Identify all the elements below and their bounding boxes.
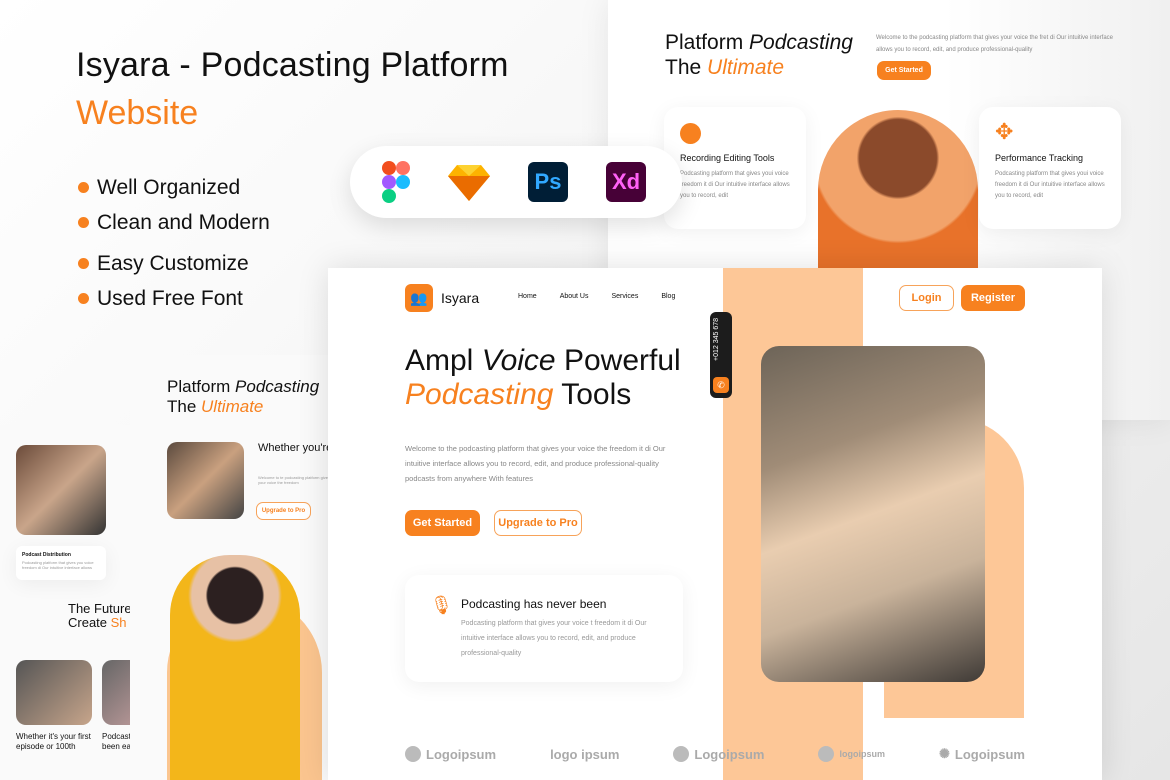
episode-title: Whether it's your first episode or 100th xyxy=(16,732,91,751)
item-title: Whether you're starting podcas xyxy=(258,442,330,454)
xd-icon: Xd xyxy=(606,162,646,202)
partner-logo: logoipsum xyxy=(818,746,885,762)
upgrade-button[interactable]: Upgrade to Pro xyxy=(494,510,582,536)
info-title: Podcasting has never been xyxy=(461,597,607,611)
podcaster-photo xyxy=(761,346,985,682)
nav-home[interactable]: Home xyxy=(518,293,537,300)
preview-panel-left: Podcast Distribution Podcasting platform… xyxy=(0,425,142,780)
nav-about[interactable]: About Us xyxy=(560,293,589,300)
podcaster-photo xyxy=(16,445,106,535)
woman-photo xyxy=(170,555,300,780)
card-title: Recording Editing Tools xyxy=(680,153,775,163)
feature-item: Well Organized xyxy=(78,170,270,205)
panel-title: Platform Podcasting The Ultimate xyxy=(665,31,853,79)
episode-photo xyxy=(16,660,92,725)
phone-icon: ✆ xyxy=(713,377,729,393)
hero-subtitle: Website xyxy=(76,94,199,132)
upgrade-button[interactable]: Upgrade to Pro xyxy=(256,502,311,520)
login-button[interactable]: Login xyxy=(899,285,954,311)
microphone-icon: 🎙 xyxy=(430,595,453,615)
main-desc: Welcome to the podcasting platform that … xyxy=(405,444,666,483)
main-preview: 👥 Isyara Home About Us Services Blog Log… xyxy=(328,268,1102,780)
woman-photo xyxy=(818,110,978,270)
partner-logo: ✺ Logoipsum xyxy=(939,746,1025,762)
brand-logo-icon[interactable]: 👥 xyxy=(405,284,433,312)
card-text: Podcasting platform that gives youi voic… xyxy=(995,171,1105,199)
bullet-icon xyxy=(78,293,89,304)
distribution-card: Podcast Distribution Podcasting platform… xyxy=(16,546,106,580)
tools-pill: Ps Xd xyxy=(350,146,682,218)
card-text: Podcasting platform that gives you voice… xyxy=(22,560,94,570)
feature-item: Used Free Font xyxy=(78,281,270,316)
bullet-icon xyxy=(78,217,89,228)
bullet-icon xyxy=(78,182,89,193)
phone-tab[interactable]: +012 345 678 ✆ xyxy=(710,312,732,398)
nav-menu: Home About Us Services Blog xyxy=(518,293,675,300)
podcaster-photo xyxy=(167,442,244,519)
partner-logo: logo ipsum xyxy=(550,746,620,762)
figma-icon xyxy=(382,161,410,203)
info-card: 🎙 Podcasting has never been Podcasting p… xyxy=(405,575,683,682)
main-headline: Ampl Voice Powerful Podcasting Tools xyxy=(405,344,681,411)
bullet-icon xyxy=(78,258,89,269)
card-title: Podcast Distribution xyxy=(22,552,71,558)
feature-item: Clean and Modern xyxy=(78,205,270,240)
register-button[interactable]: Register xyxy=(961,285,1025,311)
get-started-button[interactable]: Get Started xyxy=(405,510,480,536)
tracking-icon: ✥ xyxy=(995,119,1014,144)
feature-card: Recording Editing Tools Podcasting platf… xyxy=(664,107,806,229)
hero-title: Isyara - Podcasting Platform xyxy=(76,46,509,84)
partner-logo: Logoipsum xyxy=(405,746,496,762)
partner-logos: Logoipsum logo ipsum Logoipsum logoipsum… xyxy=(405,746,1025,762)
nav-services[interactable]: Services xyxy=(611,293,638,300)
info-text: Podcasting platform that gives your voic… xyxy=(461,620,647,657)
card-title: Performance Tracking xyxy=(995,153,1084,163)
panel-title: Platform Podcasting The Ultimate xyxy=(167,377,320,416)
section-title: The Future Create Sh xyxy=(68,601,132,630)
partner-logo: Logoipsum xyxy=(673,746,764,762)
card-text: Podcasting platform that gives youi voic… xyxy=(680,171,790,199)
phone-number: +012 345 678 xyxy=(713,318,720,362)
item-text: Welcome to te podcasting platform gives … xyxy=(258,475,330,485)
sketch-icon xyxy=(448,165,490,201)
feature-card: ✥ Performance Tracking Podcasting platfo… xyxy=(979,107,1121,229)
get-started-button[interactable]: Get Started xyxy=(877,61,931,80)
feature-item: Easy Customize xyxy=(78,246,270,281)
feature-list: Well Organized Clean and Modern Easy Cus… xyxy=(78,170,270,316)
disc-icon xyxy=(680,123,701,144)
panel-desc: Welcome to the podcasting platform that … xyxy=(876,35,1114,53)
brand-name[interactable]: Isyara xyxy=(441,290,479,306)
nav-blog[interactable]: Blog xyxy=(661,293,675,300)
photoshop-icon: Ps xyxy=(528,162,568,202)
preview-panel-middle: Platform Podcasting The Ultimate Whether… xyxy=(130,355,330,780)
